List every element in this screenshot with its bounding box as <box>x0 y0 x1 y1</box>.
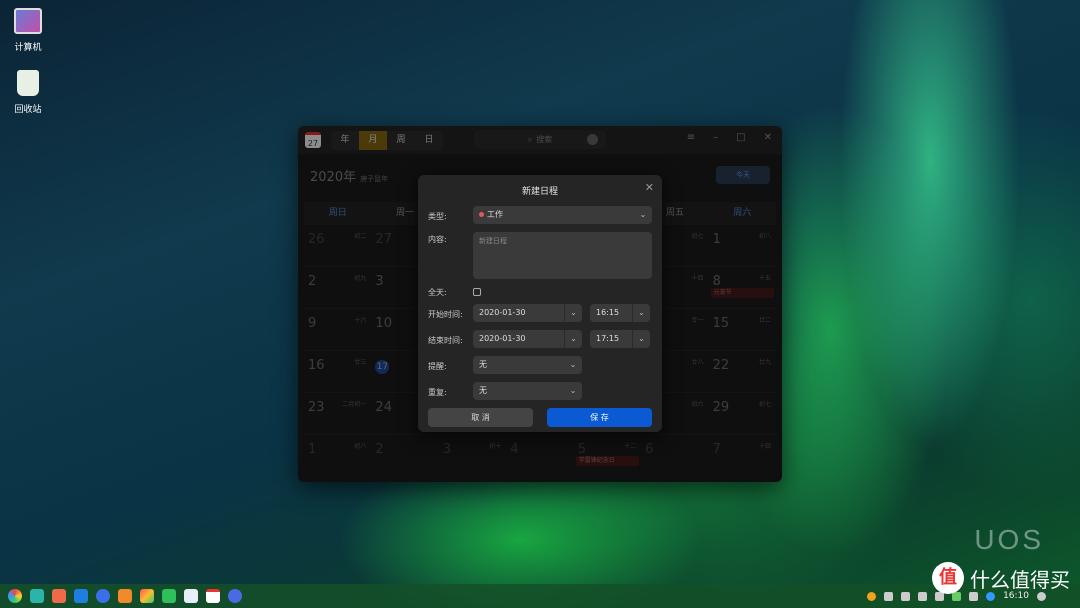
type-color-dot <box>479 212 484 217</box>
chevron-down-icon[interactable]: ⌄ <box>632 304 650 322</box>
repeat-value: 无 <box>479 386 487 395</box>
chevron-down-icon[interactable]: ⌄ <box>564 304 582 322</box>
repeat-label: 重复: <box>428 388 447 397</box>
start-date-value: 2020-01-30 <box>479 308 526 317</box>
save-button[interactable]: 保 存 <box>547 408 652 427</box>
end-time-value: 17:15 <box>596 334 620 343</box>
type-select[interactable]: 工作 ⌄ <box>473 206 652 224</box>
desktop-computer[interactable]: 计算机 <box>0 8 56 53</box>
content-textarea[interactable]: 新建日程 <box>473 232 652 279</box>
document-icon[interactable] <box>184 589 198 603</box>
start-time-field[interactable]: 16:15 ⌄ <box>590 304 650 322</box>
chevron-down-icon: ⌄ <box>639 210 647 219</box>
end-label: 结束时间: <box>428 336 463 345</box>
repeat-select[interactable]: 无 ⌄ <box>473 382 582 400</box>
settings-icon[interactable] <box>228 589 242 603</box>
remind-value: 无 <box>479 360 487 369</box>
start-label: 开始时间: <box>428 310 463 319</box>
pen-icon[interactable] <box>918 591 928 601</box>
start-date-field[interactable]: 2020-01-30 ⌄ <box>473 304 582 322</box>
chevron-down-icon: ⌄ <box>569 386 577 395</box>
photos-icon[interactable] <box>140 589 154 603</box>
multitask-icon[interactable] <box>30 589 44 603</box>
chevron-down-icon[interactable]: ⌄ <box>632 330 650 348</box>
store-icon[interactable] <box>118 589 132 603</box>
type-value: 工作 <box>487 210 503 219</box>
trash-icon <box>17 70 39 96</box>
launcher-icon[interactable] <box>8 589 22 603</box>
volume-icon[interactable] <box>901 591 911 601</box>
desktop-trash[interactable]: 回收站 <box>0 70 56 115</box>
dialog-close-icon[interactable]: ✕ <box>645 181 654 194</box>
smzdm-logo-icon: 值 <box>932 562 964 594</box>
start-time-value: 16:15 <box>596 308 620 317</box>
end-date-value: 2020-01-30 <box>479 334 526 343</box>
type-label: 类型: <box>428 212 447 221</box>
new-event-dialog: 新建日程 ✕ 类型: 工作 ⌄ 内容: 新建日程 全天: 开始时间: 2020-… <box>418 175 662 432</box>
watermark: 值 什么值得买 <box>932 562 1070 594</box>
dialog-title: 新建日程 <box>521 187 558 197</box>
computer-icon <box>14 8 42 34</box>
browser-icon[interactable] <box>96 589 110 603</box>
uos-brand: UOS <box>974 524 1044 555</box>
remind-label: 提醒: <box>428 362 447 371</box>
content-label: 内容: <box>428 235 447 244</box>
chevron-down-icon: ⌄ <box>569 360 577 369</box>
calendar-taskbar-icon[interactable] <box>206 589 220 603</box>
remind-select[interactable]: 无 ⌄ <box>473 356 582 374</box>
allday-checkbox[interactable] <box>473 288 481 296</box>
end-time-field[interactable]: 17:15 ⌄ <box>590 330 650 348</box>
chevron-down-icon[interactable]: ⌄ <box>564 330 582 348</box>
keyboard-icon[interactable] <box>884 591 894 601</box>
desktop-trash-label: 回收站 <box>14 105 42 115</box>
file-manager-icon[interactable] <box>74 589 88 603</box>
notification-icon[interactable] <box>867 591 877 601</box>
cancel-button[interactable]: 取 消 <box>428 408 533 427</box>
taskbar: 16:10 <box>0 584 1080 608</box>
allday-label: 全天: <box>428 288 447 297</box>
end-date-field[interactable]: 2020-01-30 ⌄ <box>473 330 582 348</box>
app-grid-icon[interactable] <box>52 589 66 603</box>
desktop-computer-label: 计算机 <box>14 43 42 53</box>
watermark-text: 什么值得买 <box>970 567 1070 592</box>
music-icon[interactable] <box>162 589 176 603</box>
